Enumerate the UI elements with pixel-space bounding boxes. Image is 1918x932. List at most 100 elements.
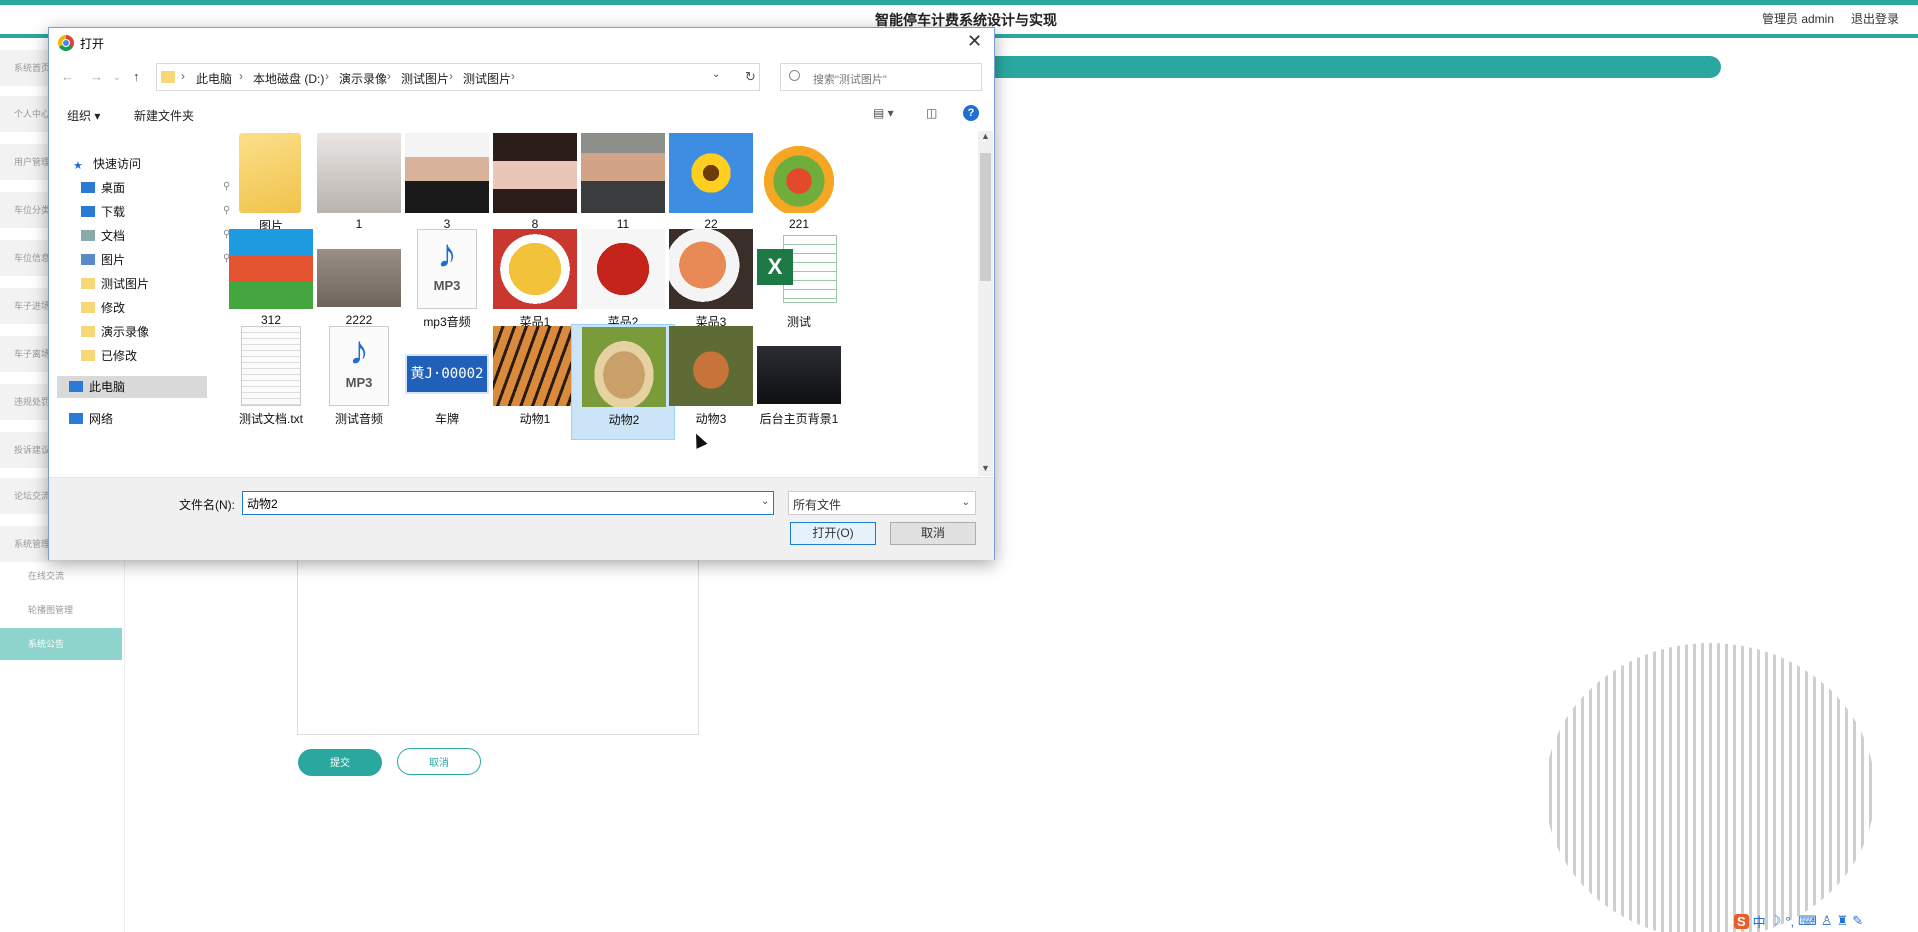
file-thumbnail <box>493 133 577 213</box>
close-icon[interactable]: ✕ <box>967 31 982 52</box>
tree-item-label: 演示录像 <box>101 325 150 339</box>
dialog-toolbar: 组织 ▾ 新建文件夹 ▤ ▾ ◫ ? <box>49 100 994 128</box>
tree-item[interactable]: 修改 <box>81 299 125 319</box>
tree-item[interactable]: 网络 <box>69 410 113 430</box>
file-thumbnail <box>757 133 841 213</box>
file-thumbnail <box>581 229 665 309</box>
moon-icon[interactable]: ☽ <box>1770 913 1782 929</box>
ime-toolbar[interactable]: S 中 ☽ °, ⌨ ♙ ♜ ✎ <box>1734 910 1918 932</box>
wrench-icon[interactable]: ✎ <box>1852 913 1863 929</box>
folder-icon <box>81 278 95 289</box>
file-type-value: 所有文件 <box>793 498 842 512</box>
page-banner-bar <box>980 56 1721 78</box>
file-thumbnail: ♪ MP3 <box>417 229 477 309</box>
file-thumbnail <box>493 326 577 406</box>
view-options-icon[interactable]: ▤ ▾ <box>873 106 894 120</box>
sidebar-subitem[interactable]: 系统公告 <box>0 628 122 660</box>
dialog-titlebar: 打开 ✕ <box>49 28 994 58</box>
shirt-icon[interactable]: ♜ <box>1837 913 1849 929</box>
plate-text: 黄J·00002 <box>410 366 484 382</box>
chevron-down-icon[interactable]: ⌄ <box>712 69 720 80</box>
new-folder-button[interactable]: 新建文件夹 <box>134 107 194 124</box>
breadcrumb[interactable]: 此电脑 <box>196 70 232 87</box>
file-thumbnail <box>582 327 666 407</box>
decorative-striped-ellipse <box>1549 643 1872 932</box>
document-icon <box>81 230 95 241</box>
scrollbar-thumb[interactable] <box>980 153 991 281</box>
open-button[interactable]: 打开(O) <box>790 522 876 545</box>
tree-item-label: 此电脑 <box>89 380 126 394</box>
folder-icon <box>161 71 175 83</box>
search-input[interactable]: 搜索"测试图片" <box>780 63 982 91</box>
tree-item[interactable]: 已修改 <box>81 347 137 367</box>
desktop-icon <box>81 182 95 193</box>
organize-menu[interactable]: 组织 ▾ <box>67 107 100 124</box>
tree-item[interactable]: 桌面 ⚲ <box>81 179 230 199</box>
file-thumbnail: ♪ MP3 <box>329 326 389 406</box>
vertical-scrollbar[interactable]: ▲ ▼ <box>978 131 993 476</box>
tree-item-label: 网络 <box>89 412 114 426</box>
keyboard-icon[interactable]: ⌨ <box>1798 913 1817 929</box>
breadcrumb[interactable]: 本地磁盘 (D:) <box>253 70 324 87</box>
file-thumbnail <box>757 346 841 404</box>
address-bar[interactable]: › 此电脑 › 本地磁盘 (D:) › 演示录像 › 测试图片 › 测试图片 ›… <box>156 63 760 91</box>
file-grid: 图片 1 3 8 11 22 221 312 2222 ♪ MP3 mp3音频 菜品1 菜品2 菜品3 X 测试… <box>209 131 977 476</box>
file-thumbnail <box>317 249 401 307</box>
tree-item-label: 图片 <box>101 253 126 267</box>
punctuation-icon[interactable]: °, <box>1785 914 1794 929</box>
user-icon[interactable]: ♙ <box>1821 913 1833 929</box>
file-thumbnail <box>669 326 753 406</box>
file-thumbnail: X <box>757 229 841 309</box>
sidebar-subitem[interactable]: 在线交流 <box>0 560 122 592</box>
file-thumbnail <box>229 229 313 309</box>
star-icon: ★ <box>73 160 83 172</box>
file-type-select[interactable]: 所有文件 ⌄ <box>788 491 976 515</box>
top-accent-line <box>0 0 1918 5</box>
tree-item-label: 文档 <box>101 229 126 243</box>
file-thumbnail <box>669 229 753 309</box>
tree-item[interactable]: 演示录像 <box>81 323 149 343</box>
file-item[interactable]: 后台主页背景1 <box>747 324 851 440</box>
file-thumbnail <box>405 133 489 213</box>
sogou-icon[interactable]: S <box>1734 913 1749 929</box>
content-textarea[interactable] <box>297 556 699 735</box>
scroll-down-icon[interactable]: ▼ <box>981 463 990 473</box>
search-placeholder: 搜索"测试图片" <box>813 74 887 86</box>
submit-button[interactable]: 提交 <box>298 749 382 776</box>
dialog-title: 打开 <box>80 37 105 51</box>
filename-input[interactable] <box>242 491 774 515</box>
dialog-footer: 文件名(N): ⌄ 所有文件 ⌄ 打开(O) 取消 <box>49 477 994 560</box>
forward-arrow-icon[interactable]: → <box>90 69 103 84</box>
tree-item[interactable]: 图片 ⚲ <box>81 251 230 271</box>
help-icon[interactable]: ? <box>963 105 979 121</box>
chevron-down-icon[interactable]: ⌄ <box>761 496 769 507</box>
tree-item-label: 测试图片 <box>101 277 150 291</box>
file-name: 后台主页背景1 <box>759 412 839 426</box>
file-thumbnail <box>493 229 577 309</box>
up-arrow-icon[interactable]: ↑ <box>133 69 140 84</box>
breadcrumb[interactable]: 测试图片 <box>401 70 449 87</box>
preview-pane-icon[interactable]: ◫ <box>926 106 937 120</box>
tree-item[interactable]: 文档 ⚲ <box>81 227 230 247</box>
back-arrow-icon[interactable]: ← <box>61 69 74 84</box>
folder-icon <box>81 326 95 337</box>
refresh-icon[interactable]: ↻ <box>745 69 756 85</box>
tree-item[interactable]: 此电脑 <box>69 378 125 398</box>
breadcrumb[interactable]: 测试图片 <box>463 70 511 87</box>
file-thumbnail <box>581 133 665 213</box>
form-cancel-button[interactable]: 取消 <box>397 748 481 775</box>
open-file-dialog: 打开 ✕ ← → ⌄ ↑ › 此电脑 › 本地磁盘 (D:) › 演示录像 › … <box>48 27 995 560</box>
tree-item[interactable]: 测试图片 <box>81 275 149 295</box>
chevron-down-icon: ⌄ <box>961 497 970 508</box>
recent-locations-icon[interactable]: ⌄ <box>113 72 121 83</box>
navigation-pane: ★ 快速访问桌面 ⚲ 下载 ⚲ 文档 ⚲ 图片 ⚲ 测试图片修改演示录像已修改此电脑网络 <box>49 131 230 476</box>
logout-link[interactable]: 退出登录 <box>1851 10 1899 27</box>
scroll-up-icon[interactable]: ▲ <box>981 131 990 141</box>
sidebar-subitem[interactable]: 轮播图管理 <box>0 594 122 626</box>
tree-item[interactable]: ★ 快速访问 <box>73 155 141 175</box>
breadcrumb[interactable]: 演示录像 <box>339 70 387 87</box>
download-icon <box>81 206 95 217</box>
tree-item[interactable]: 下载 ⚲ <box>81 203 230 223</box>
ime-chinese-icon[interactable]: 中 <box>1753 912 1766 931</box>
dialog-cancel-button[interactable]: 取消 <box>890 522 976 545</box>
